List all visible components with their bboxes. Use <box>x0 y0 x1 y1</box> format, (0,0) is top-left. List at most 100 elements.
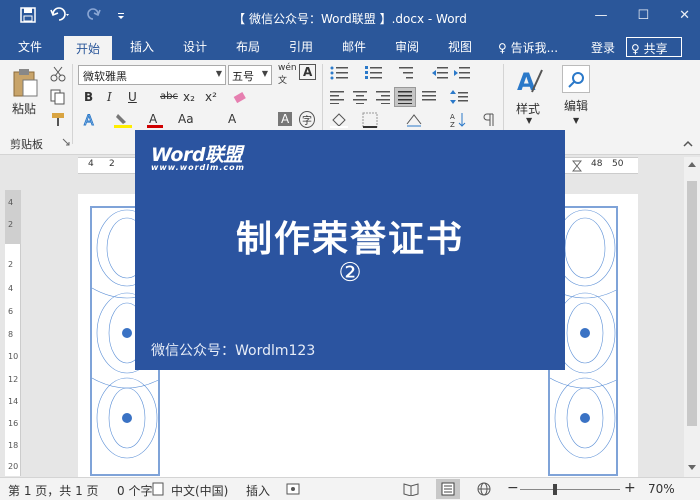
asian-layout-icon[interactable] <box>405 112 423 128</box>
shading-icon[interactable] <box>330 112 350 128</box>
highlight-icon[interactable] <box>114 112 132 128</box>
share-button[interactable]: ♀ 共享 <box>626 37 682 57</box>
enclose-characters-button[interactable]: 字 <box>299 111 315 128</box>
decrease-indent-icon[interactable] <box>432 66 448 80</box>
editing-button[interactable] <box>562 65 590 93</box>
ruler-number: 50 <box>612 159 624 169</box>
page-count[interactable]: 第 1 页，共 1 页 <box>8 482 99 499</box>
font-color-icon[interactable]: A <box>147 112 163 128</box>
dialog-launcher-icon[interactable] <box>62 138 70 146</box>
read-mode-icon[interactable] <box>403 482 419 496</box>
tab-references[interactable]: 引用 <box>289 38 313 55</box>
align-left-icon[interactable] <box>330 90 346 104</box>
ruler-number: 2 <box>8 260 14 269</box>
ruler-number: 4 <box>88 159 94 169</box>
wechat-account: 微信公众号：Wordlm123 <box>151 343 316 359</box>
print-layout-button[interactable] <box>436 479 460 499</box>
insert-mode[interactable]: 插入 <box>246 482 270 499</box>
increase-indent-icon[interactable] <box>454 66 470 80</box>
close-icon[interactable]: ✕ <box>679 8 690 23</box>
print-layout-icon <box>441 482 455 496</box>
justify-button[interactable] <box>394 87 416 107</box>
tab-view[interactable]: 视图 <box>448 38 472 55</box>
chevron-down-icon: ▼ <box>215 69 222 78</box>
strikethrough-button[interactable]: abc <box>160 91 178 102</box>
borders-icon[interactable] <box>362 112 378 128</box>
tab-design[interactable]: 设计 <box>183 38 207 55</box>
web-layout-icon[interactable] <box>476 482 492 496</box>
ruler-number: 8 <box>8 330 14 339</box>
zoom-level[interactable]: 70% <box>648 482 675 496</box>
font-name-select[interactable]: 微软雅黑 ▼ <box>78 65 226 85</box>
text-effects-icon[interactable]: A <box>82 112 98 129</box>
paste-icon[interactable] <box>12 68 40 98</box>
bullets-icon[interactable] <box>330 66 352 80</box>
numbering-icon[interactable] <box>364 66 386 80</box>
chevron-down-icon: ▼ <box>261 69 268 78</box>
font-size-select[interactable]: 五号 ▼ <box>228 65 272 85</box>
zoom-slider-knob[interactable] <box>553 484 557 495</box>
line-spacing-icon[interactable] <box>450 90 470 104</box>
format-painter-icon[interactable] <box>50 111 66 127</box>
ruler-number: 10 <box>8 352 19 361</box>
character-border-button[interactable]: A <box>299 64 317 80</box>
bold-button[interactable]: B <box>84 90 93 104</box>
collapse-ribbon-icon[interactable] <box>683 140 693 148</box>
scroll-up-icon[interactable] <box>688 161 696 167</box>
cut-icon[interactable] <box>50 66 66 82</box>
grow-font-button[interactable]: A <box>228 112 236 126</box>
sort-icon[interactable]: AZ <box>450 112 468 128</box>
align-center-icon[interactable] <box>352 90 368 104</box>
styles-icon[interactable]: A <box>516 66 544 96</box>
phonetic-guide-button[interactable]: wén 文 <box>278 63 297 86</box>
tab-layout[interactable]: 布局 <box>236 38 260 55</box>
styles-label[interactable]: 样式 <box>516 100 540 117</box>
align-right-icon[interactable] <box>374 90 390 104</box>
multilevel-list-icon[interactable] <box>396 66 418 80</box>
zoom-slider[interactable] <box>520 489 620 490</box>
card-headline: 制作荣誉证书 <box>235 219 464 260</box>
proofing-icon[interactable] <box>152 482 164 496</box>
ruler-number: 18 <box>8 441 19 450</box>
vertical-scrollbar[interactable] <box>684 157 700 477</box>
subscript-button[interactable]: x₂ <box>183 90 195 104</box>
change-case-button[interactable]: Aa <box>178 112 194 126</box>
clear-formatting-icon[interactable] <box>232 90 248 106</box>
tab-mailings[interactable]: 邮件 <box>342 38 366 55</box>
tab-home[interactable]: 开始 <box>64 36 113 60</box>
editing-label[interactable]: 编辑 <box>564 97 588 114</box>
divider <box>72 64 73 144</box>
ruler-number: 4 <box>8 284 14 293</box>
zoom-in-icon[interactable]: + <box>624 480 636 496</box>
superscript-button[interactable]: x² <box>205 90 217 104</box>
ruler-number: 2 <box>109 159 115 169</box>
paste-label[interactable]: 粘贴 <box>12 100 36 117</box>
maximize-icon[interactable]: ☐ <box>637 8 649 23</box>
login-button[interactable]: 登录 <box>591 39 615 56</box>
tell-me-box[interactable]: ♀ 告诉我... <box>498 39 558 56</box>
underline-button[interactable]: U <box>128 90 137 104</box>
chevron-down-icon: ▼ <box>573 116 580 125</box>
tab-file[interactable]: 文件 <box>18 38 42 55</box>
vertical-ruler[interactable]: 4 2 2 4 6 8 10 12 14 16 18 20 <box>5 190 21 476</box>
word-count[interactable]: 0 个字 <box>117 482 152 499</box>
scrollbar-thumb[interactable] <box>687 181 697 426</box>
minimize-icon[interactable]: — <box>594 8 607 23</box>
italic-button[interactable]: I <box>107 90 112 104</box>
distributed-icon[interactable] <box>421 90 437 104</box>
justify-icon <box>398 91 412 104</box>
svg-text:A: A <box>149 112 158 126</box>
indent-marker-icon[interactable] <box>572 160 582 172</box>
ribbon-tabs: 文件 开始 插入 设计 布局 引用 邮件 审阅 视图 ♀ 告诉我... 登录 ♀… <box>0 34 700 60</box>
tab-review[interactable]: 审阅 <box>395 38 419 55</box>
scroll-down-icon[interactable] <box>688 465 696 471</box>
show-marks-icon[interactable] <box>480 112 496 128</box>
macro-recording-icon[interactable] <box>286 482 300 496</box>
language[interactable]: 中文(中国) <box>171 482 228 499</box>
ruler-number: 16 <box>8 419 19 428</box>
copy-icon[interactable] <box>50 89 66 105</box>
tab-insert[interactable]: 插入 <box>130 38 154 55</box>
character-shading-button[interactable]: A <box>278 112 293 126</box>
title-card: Word联盟 www.wordlm.com 制作荣誉证书 ② 微信公众号：Wor… <box>135 130 565 370</box>
zoom-out-icon[interactable]: − <box>507 480 519 496</box>
